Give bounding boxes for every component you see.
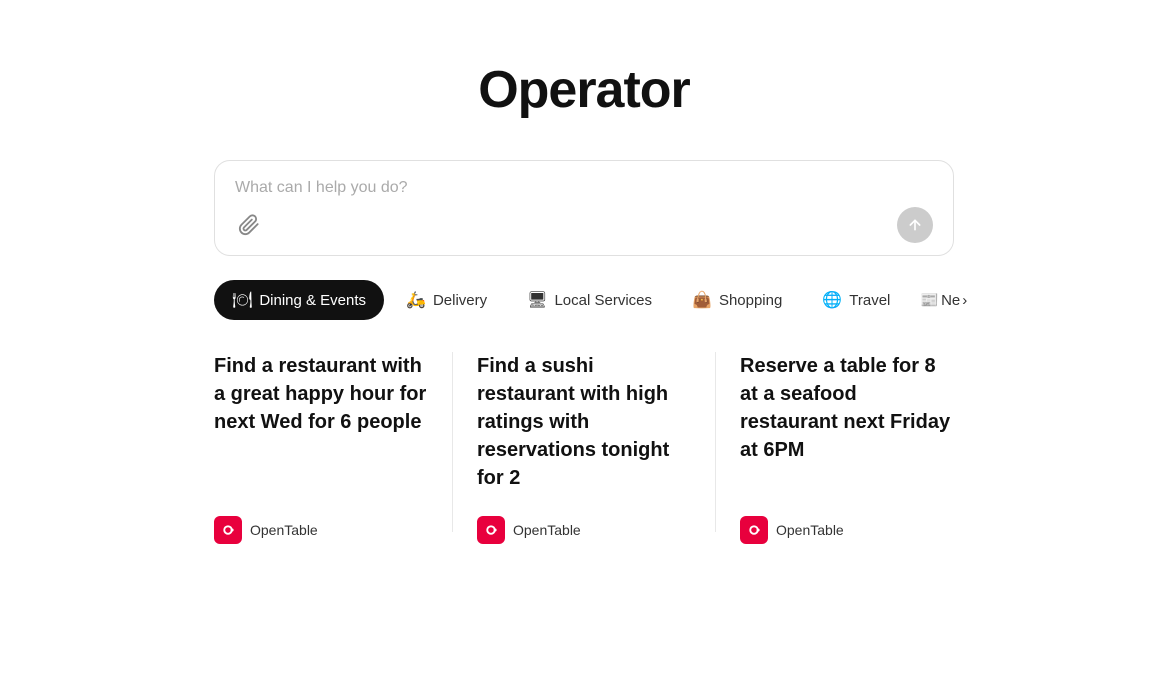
tab-dining-label: Dining & Events <box>259 292 366 309</box>
search-box <box>214 160 954 256</box>
tab-delivery-label: Delivery <box>433 292 487 309</box>
opentable-logo-2 <box>477 516 505 544</box>
card-3-text: Reserve a table for 8 at a seafood resta… <box>740 352 954 492</box>
divider-1 <box>452 352 453 532</box>
card-1-text: Find a restaurant with a great happy hou… <box>214 352 428 492</box>
tab-dining[interactable]: 🍽 Dining & Events <box>214 280 384 320</box>
suggestion-card-1[interactable]: Find a restaurant with a great happy hou… <box>214 352 428 544</box>
search-input[interactable] <box>235 179 933 197</box>
suggestion-card-2[interactable]: Find a sushi restaurant with high rating… <box>477 352 691 544</box>
opentable-logo-3 <box>740 516 768 544</box>
tab-shopping[interactable]: 👜 Shopping <box>674 280 800 320</box>
tab-news-icon: 📰 <box>920 291 939 309</box>
opentable-logo-1 <box>214 516 242 544</box>
card-2-service: OpenTable <box>513 522 581 538</box>
card-3-service: OpenTable <box>776 522 844 538</box>
tab-travel-label: Travel <box>849 292 890 309</box>
delivery-icon: 🛵 <box>406 290 426 310</box>
page-title: Operator <box>478 60 690 120</box>
chevron-right-icon: › <box>962 292 967 309</box>
tab-delivery[interactable]: 🛵 Delivery <box>388 280 505 320</box>
tab-local-services[interactable]: 🖥 Local Services <box>509 280 670 320</box>
cards-row: Find a restaurant with a great happy hou… <box>214 352 954 544</box>
card-3-footer: OpenTable <box>740 516 954 544</box>
card-1-footer: OpenTable <box>214 516 428 544</box>
card-2-footer: OpenTable <box>477 516 691 544</box>
tab-news-label: Ne <box>941 292 960 309</box>
page-container: Operator 🍽 Dining & Events 🛵 Deliver <box>134 0 1034 544</box>
search-footer <box>235 207 933 243</box>
tab-more[interactable]: 📰 Ne › <box>912 281 975 319</box>
tab-shopping-label: Shopping <box>719 292 782 309</box>
suggestion-card-3[interactable]: Reserve a table for 8 at a seafood resta… <box>740 352 954 544</box>
tab-local-services-label: Local Services <box>554 292 652 309</box>
submit-button[interactable] <box>897 207 933 243</box>
divider-2 <box>715 352 716 532</box>
dining-icon: 🍽 <box>232 290 252 310</box>
card-1-service: OpenTable <box>250 522 318 538</box>
tab-travel[interactable]: 🌐 Travel <box>804 280 908 320</box>
travel-icon: 🌐 <box>822 290 842 310</box>
tabs-row: 🍽 Dining & Events 🛵 Delivery 🖥 Local Ser… <box>214 280 954 320</box>
card-2-text: Find a sushi restaurant with high rating… <box>477 352 691 492</box>
local-services-icon: 🖥 <box>527 290 547 310</box>
shopping-icon: 👜 <box>692 290 712 310</box>
attach-icon[interactable] <box>235 211 263 239</box>
